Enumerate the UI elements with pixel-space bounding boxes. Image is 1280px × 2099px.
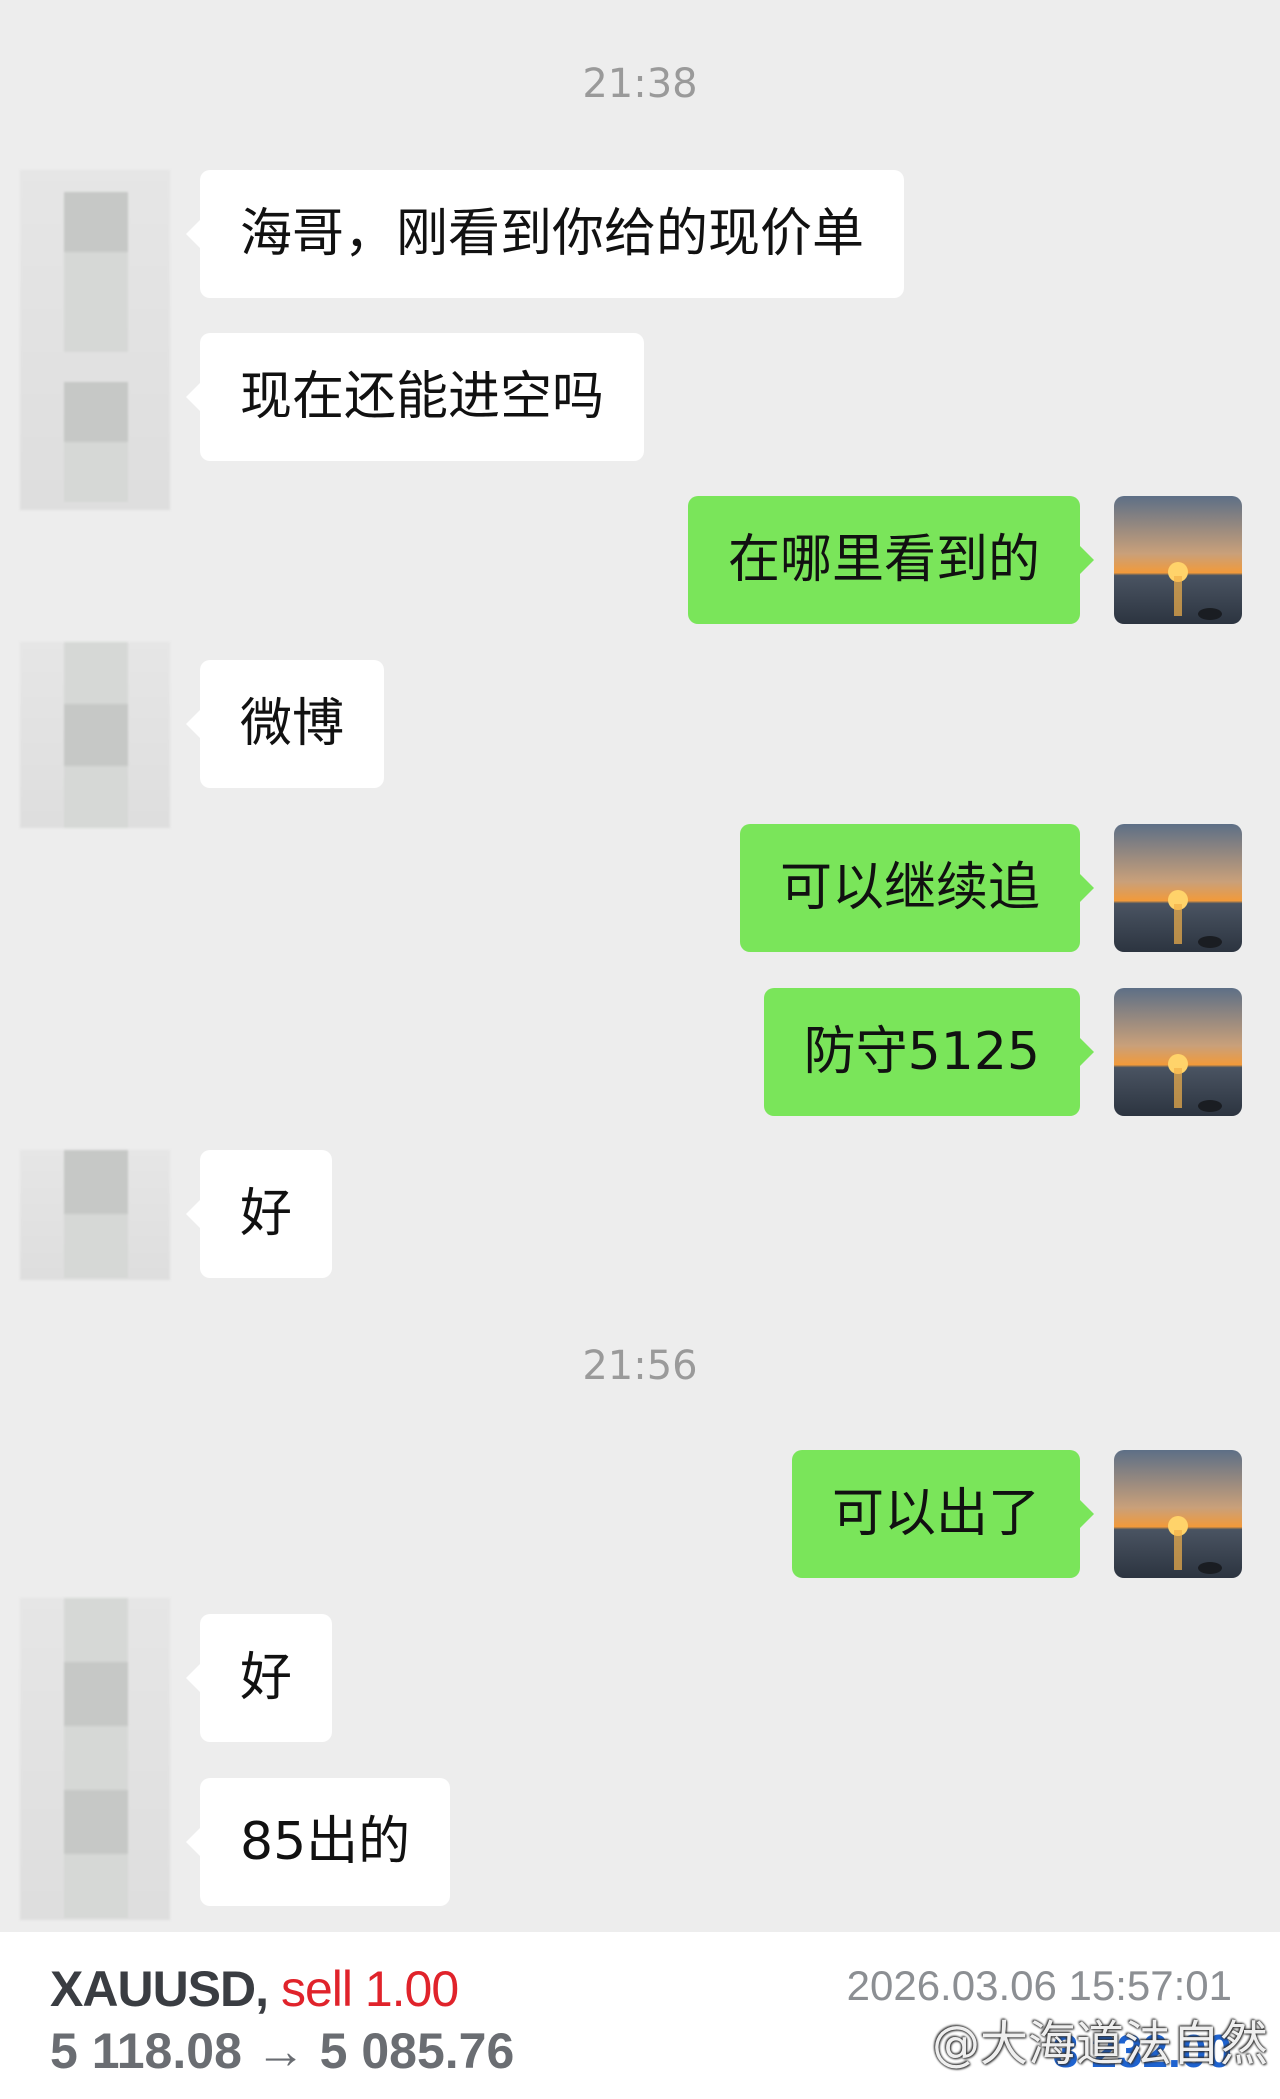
outgoing-message-bubble[interactable]: 在哪里看到的 <box>687 496 1095 624</box>
trade-side: sell 1.00 <box>280 1961 459 2017</box>
trade-symbol: XAUUSD, <box>50 1961 269 2017</box>
trade-prices: 5 118.08 → 5 085.76 <box>50 2023 515 2079</box>
incoming-message-bubble[interactable]: 好 <box>185 1150 333 1278</box>
incoming-message-bubble[interactable]: 海哥，刚看到你给的现价单 <box>185 170 905 298</box>
sunset-avatar-icon[interactable] <box>1114 496 1242 624</box>
contact-avatar-icon[interactable] <box>20 642 170 828</box>
timestamp: 21:38 <box>582 61 698 107</box>
outgoing-message-bubble[interactable]: 防守5125 <box>763 988 1095 1116</box>
contact-avatar-icon[interactable] <box>20 170 170 510</box>
contact-avatar-icon[interactable] <box>20 1150 170 1280</box>
chat-area: 21:38 海哥，刚看到你给的现价单 现在还能进空吗 在哪里看到的 微博 可以继… <box>0 0 1280 1930</box>
watermark: @大海道法自然 <box>931 2016 1268 2072</box>
incoming-message-bubble[interactable]: 好 <box>185 1614 333 1742</box>
timestamp: 21:56 <box>582 1343 698 1389</box>
trade-summary-panel: XAUUSD, sell 1.00 5 118.08 → 5 085.76 20… <box>0 1932 1280 2099</box>
contact-avatar-icon[interactable] <box>20 1598 170 1920</box>
sunset-avatar-icon[interactable] <box>1114 1450 1242 1578</box>
sunset-avatar-icon[interactable] <box>1114 824 1242 952</box>
outgoing-message-bubble[interactable]: 可以继续追 <box>739 824 1095 952</box>
incoming-message-bubble[interactable]: 85出的 <box>185 1778 451 1906</box>
trade-symbol-line: XAUUSD, sell 1.00 <box>50 1960 459 2018</box>
trade-datetime: 2026.03.06 15:57:01 <box>846 1962 1232 2009</box>
incoming-message-bubble[interactable]: 现在还能进空吗 <box>185 333 645 461</box>
incoming-message-bubble[interactable]: 微博 <box>185 660 385 788</box>
sunset-avatar-icon[interactable] <box>1114 988 1242 1116</box>
outgoing-message-bubble[interactable]: 可以出了 <box>791 1450 1095 1578</box>
